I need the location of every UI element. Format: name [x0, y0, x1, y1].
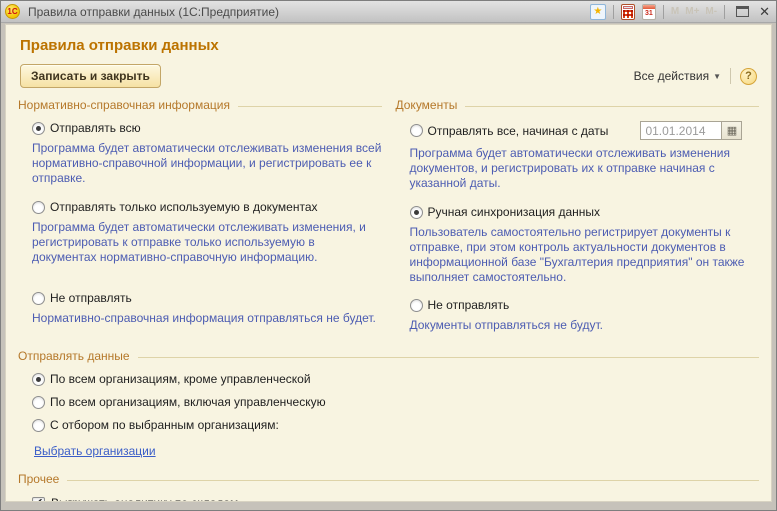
radio-send-all-nsi[interactable]: Отправлять всю: [32, 121, 382, 135]
nsi-option-description: Программа будет автоматически отслеживат…: [32, 220, 382, 265]
all-actions-button[interactable]: Все действия ▼: [634, 69, 721, 83]
titlebar: 1С Правила отправки данных (1С:Предприят…: [1, 1, 776, 23]
radio-dont-send-nsi[interactable]: Не отправлять: [32, 291, 382, 305]
toolbar-separator: [730, 68, 731, 84]
memory-mminus-button[interactable]: M-: [705, 6, 717, 17]
radio-icon: [32, 396, 45, 409]
maximize-button[interactable]: [736, 6, 749, 17]
favorites-icon[interactable]: ★: [590, 4, 606, 20]
documents-option-description: Пользователь самостоятельно регистрирует…: [410, 225, 760, 285]
memory-mplus-button[interactable]: M+: [685, 6, 699, 17]
radio-icon: [32, 122, 45, 135]
send-data-section: Отправлять данные По всем организациям, …: [18, 349, 759, 460]
radio-label: С отбором по выбранным организациям:: [50, 418, 279, 432]
radio-label: Ручная синхронизация данных: [428, 205, 601, 219]
date-picker-button[interactable]: ▦: [722, 121, 742, 140]
radio-label: По всем организациям, включая управленче…: [50, 395, 326, 409]
select-organizations-link[interactable]: Выбрать организации: [34, 444, 156, 458]
save-and-close-button[interactable]: Записать и закрыть: [20, 64, 161, 88]
radio-label: Не отправлять: [50, 291, 132, 305]
radio-icon: [410, 206, 423, 219]
chevron-down-icon: ▼: [713, 72, 721, 81]
documents-option-description: Документы отправляться не будут.: [410, 318, 760, 333]
radio-icon: [32, 419, 45, 432]
titlebar-separator: [613, 5, 614, 19]
form-content: Правила отправки данных Записать и закры…: [5, 24, 772, 502]
radio-manual-sync[interactable]: Ручная синхронизация данных: [410, 205, 760, 219]
window-title: Правила отправки данных (1С:Предприятие): [28, 5, 279, 19]
documents-section: Документы Отправлять все, начиная с даты…: [396, 98, 760, 337]
other-group-title: Прочее: [18, 472, 759, 486]
all-actions-label: Все действия: [634, 69, 709, 83]
toolbar: Записать и закрыть Все действия ▼ ?: [20, 64, 757, 88]
checkbox-label: Выгружать аналитику по складам: [51, 496, 238, 502]
help-button[interactable]: ?: [740, 68, 757, 85]
radio-all-orgs-except-management[interactable]: По всем организациям, кроме управленческ…: [32, 372, 759, 386]
radio-label: Не отправлять: [428, 298, 510, 312]
documents-option-description: Программа будет автоматически отслеживат…: [410, 146, 760, 191]
radio-label: По всем организациям, кроме управленческ…: [50, 372, 311, 386]
nsi-section: Нормативно-справочная информация Отправл…: [18, 98, 382, 337]
app-window: 1С Правила отправки данных (1С:Предприят…: [0, 0, 777, 511]
radio-send-all-from-date[interactable]: Отправлять все, начиная с даты 01.01.201…: [410, 121, 760, 140]
1c-logo-icon: 1С: [5, 4, 20, 19]
titlebar-separator: [663, 5, 664, 19]
checkbox-export-warehouse-analytics[interactable]: Выгружать аналитику по складам: [32, 496, 759, 502]
calculator-icon[interactable]: [621, 4, 635, 20]
send-data-group-title: Отправлять данные: [18, 349, 759, 363]
radio-icon: [32, 201, 45, 214]
radio-label: Отправлять все, начиная с даты: [428, 124, 609, 138]
memory-m-button[interactable]: M: [671, 6, 679, 17]
radio-label: Отправлять только используемую в докумен…: [50, 200, 318, 214]
radio-icon: [410, 124, 423, 137]
radio-icon: [32, 292, 45, 305]
radio-all-orgs-including-management[interactable]: По всем организациям, включая управленче…: [32, 395, 759, 409]
radio-send-used-in-documents[interactable]: Отправлять только используемую в докумен…: [32, 200, 382, 214]
nsi-option-description: Программа будет автоматически отслеживат…: [32, 141, 382, 186]
close-button[interactable]: ✕: [759, 5, 770, 18]
radio-dont-send-documents[interactable]: Не отправлять: [410, 298, 760, 312]
nsi-group-title: Нормативно-справочная информация: [18, 98, 382, 112]
calendar-icon[interactable]: 31: [642, 4, 656, 20]
nsi-option-description: Нормативно-справочная информация отправл…: [32, 311, 382, 326]
radio-icon: [32, 373, 45, 386]
radio-icon: [410, 299, 423, 312]
titlebar-separator: [724, 5, 725, 19]
documents-group-title: Документы: [396, 98, 760, 112]
page-title: Правила отправки данных: [20, 37, 759, 54]
radio-label: Отправлять всю: [50, 121, 141, 135]
radio-filter-selected-orgs[interactable]: С отбором по выбранным организациям:: [32, 418, 759, 432]
other-section: Прочее Выгружать аналитику по складам i …: [18, 472, 759, 502]
start-date-field[interactable]: 01.01.2014: [640, 121, 722, 140]
checkbox-icon: [32, 497, 45, 503]
